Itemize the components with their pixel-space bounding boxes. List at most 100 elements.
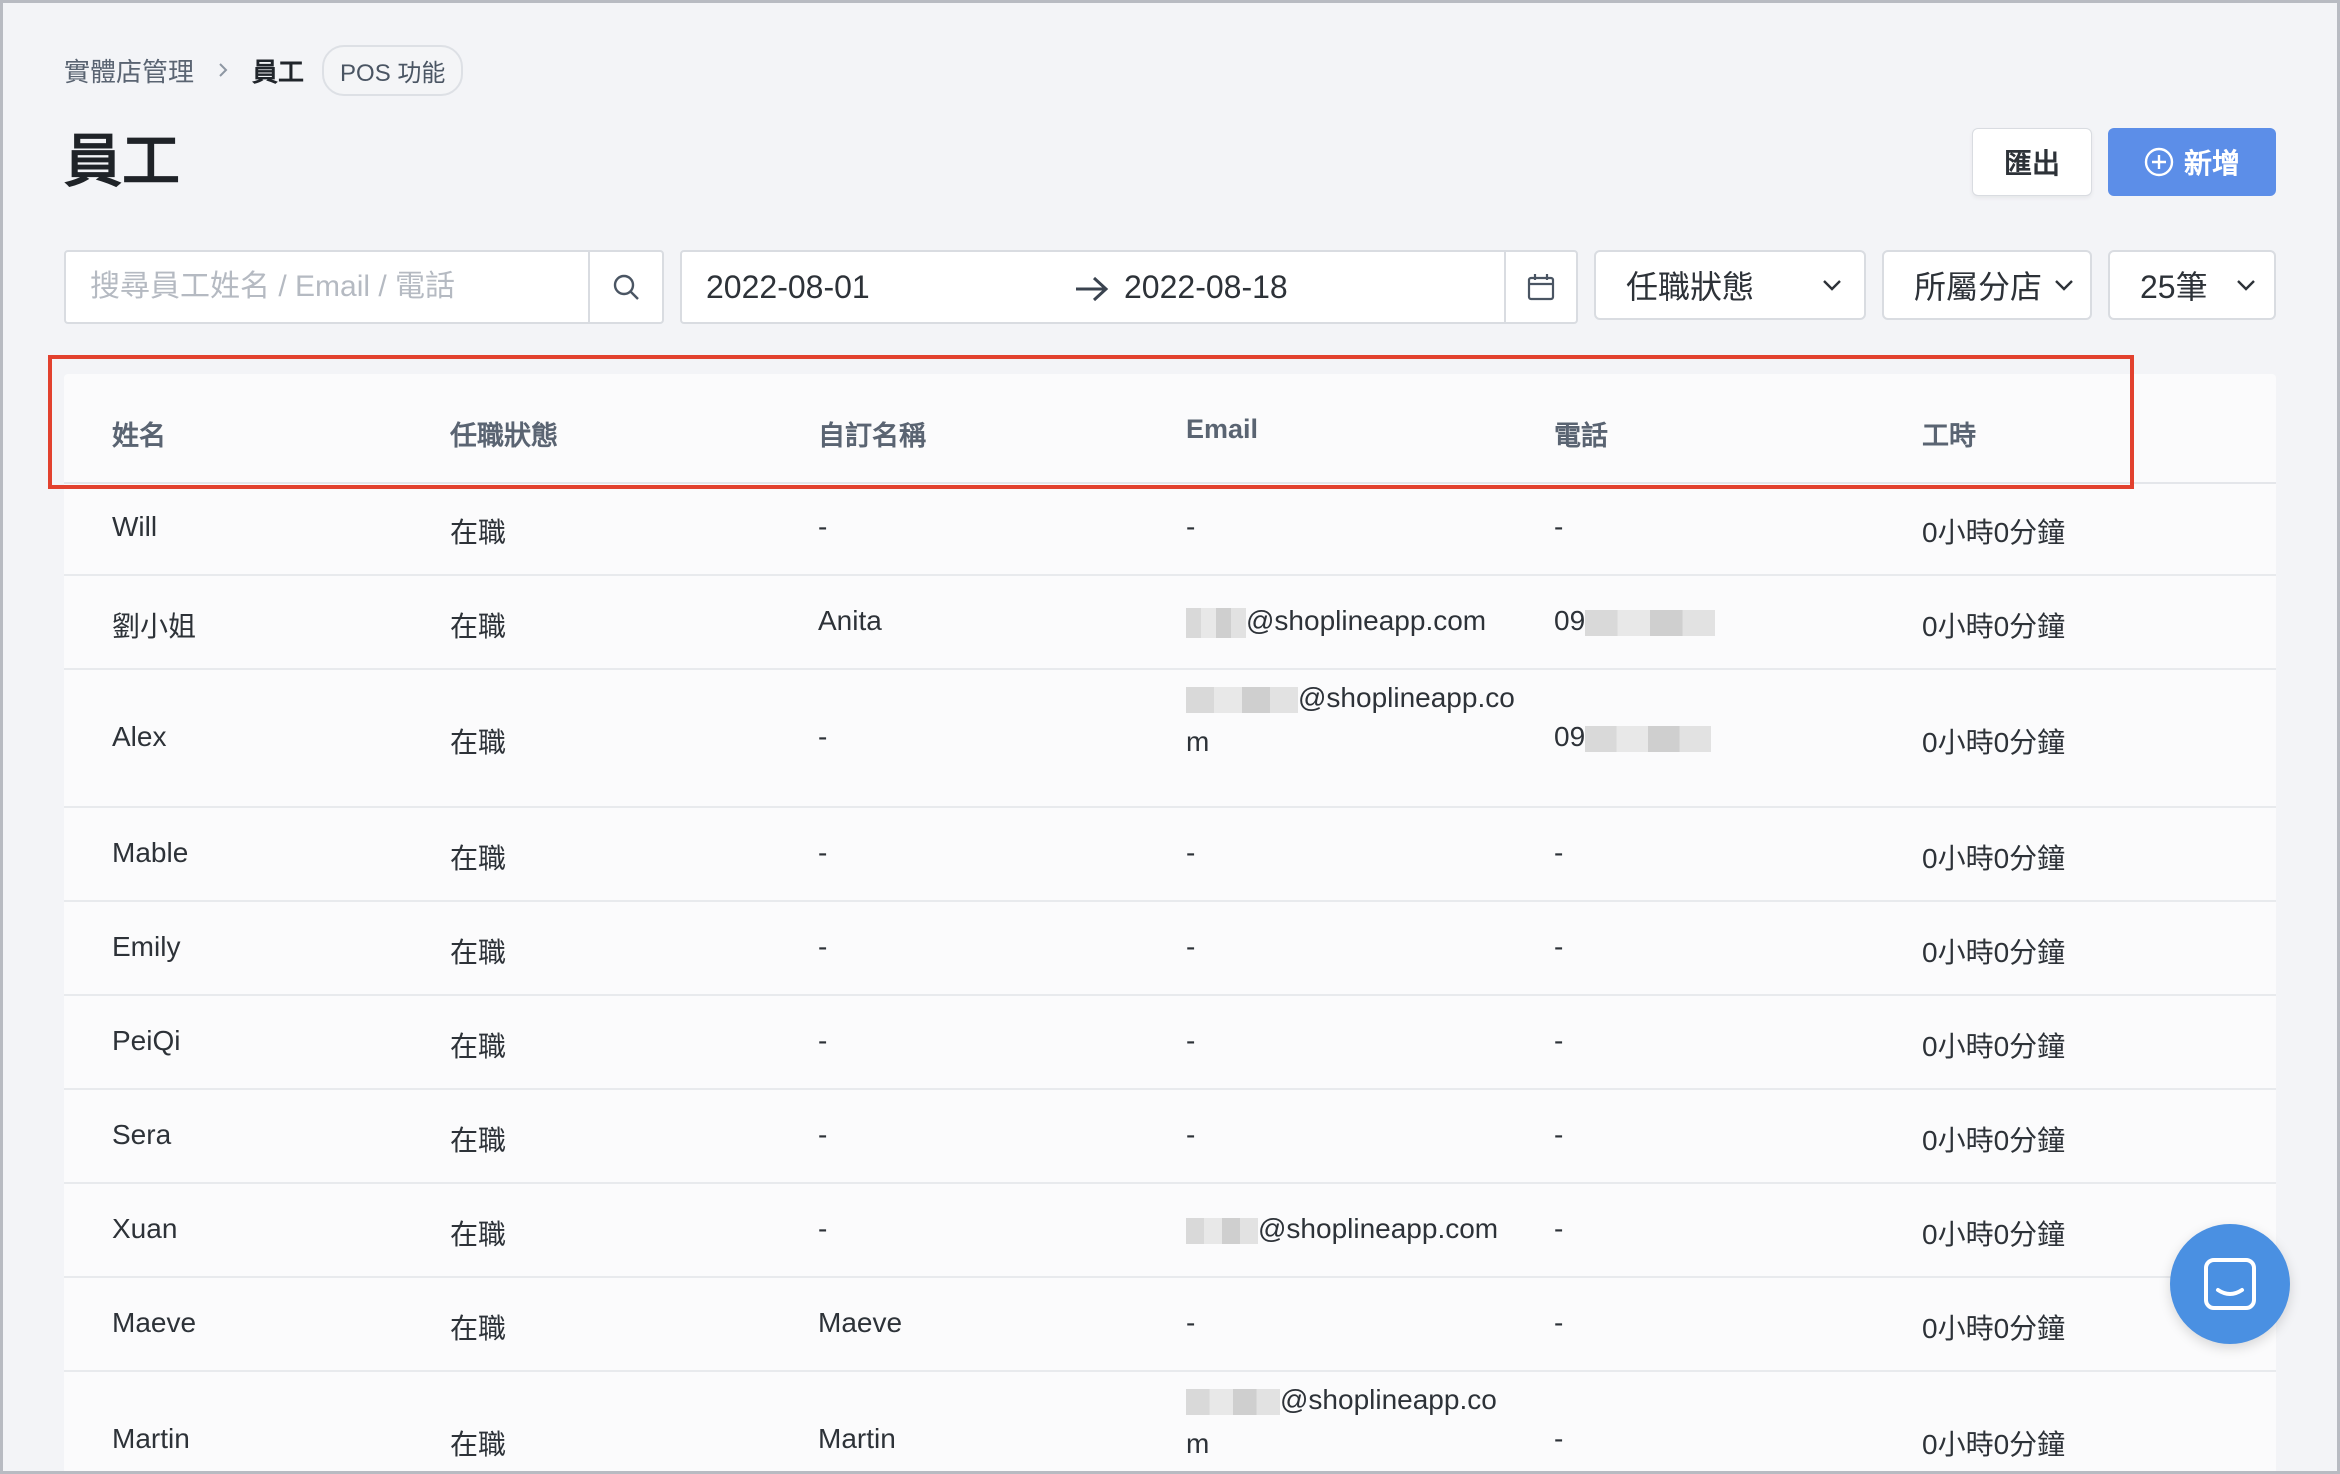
redacted-block xyxy=(1585,609,1716,636)
header-name[interactable]: 姓名 xyxy=(112,414,166,453)
email-domain: @shoplineapp.co xyxy=(1280,1384,1497,1415)
table-row[interactable]: Emily 在職 - - - 0小時0分鐘 xyxy=(64,902,2276,996)
cell-status: 在職 xyxy=(450,937,507,968)
cell-status: 在職 xyxy=(450,1125,507,1156)
add-button[interactable]: 新增 xyxy=(2108,128,2276,196)
search-icon xyxy=(613,274,639,300)
redacted-block xyxy=(1585,725,1712,752)
cell-status: 在職 xyxy=(450,517,507,548)
header-status[interactable]: 任職狀態 xyxy=(450,414,558,453)
search-input[interactable] xyxy=(66,252,588,322)
redacted-block xyxy=(1186,1217,1258,1244)
chat-button[interactable] xyxy=(2170,1224,2290,1344)
cell-phone: - xyxy=(1554,1213,1564,1244)
cell-custom-name: Martin xyxy=(818,1423,896,1454)
cell-hours: 0小時0分鐘 xyxy=(1922,843,2066,874)
cell-custom-name: - xyxy=(818,1119,828,1150)
cell-hours: 0小時0分鐘 xyxy=(1922,1429,2066,1460)
table-header: 姓名 任職狀態 自訂名稱 Email 電話 工時 xyxy=(64,374,2276,484)
chevron-down-icon xyxy=(2237,280,2255,291)
cell-phone: - xyxy=(1554,1119,1564,1150)
email-wrap: m xyxy=(1186,726,1210,757)
cell-email: - xyxy=(1186,511,1196,542)
header-custom-name[interactable]: 自訂名稱 xyxy=(818,414,926,453)
page-size-select[interactable]: 25筆 xyxy=(2108,250,2276,320)
breadcrumb-current: 員工 xyxy=(252,56,305,87)
chevron-right-icon xyxy=(219,63,228,77)
redacted-block xyxy=(1186,686,1298,713)
email-domain: @shoplineapp.com xyxy=(1246,605,1487,636)
cell-custom-name: Anita xyxy=(818,605,882,636)
cell-custom-name: - xyxy=(818,721,828,752)
cell-hours: 0小時0分鐘 xyxy=(1922,517,2066,548)
table-row[interactable]: Will 在職 - - - 0小時0分鐘 xyxy=(64,482,2276,576)
cell-custom-name: - xyxy=(818,837,828,868)
email-domain: @shoplineapp.com xyxy=(1258,1213,1499,1244)
calendar-button[interactable] xyxy=(1504,252,1576,322)
email-domain: @shoplineapp.co xyxy=(1298,682,1515,713)
cell-name: 劉小姐 xyxy=(112,611,197,642)
breadcrumb-parent[interactable]: 實體店管理 xyxy=(64,52,194,89)
cell-custom-name: - xyxy=(818,931,828,962)
cell-email: - xyxy=(1186,1025,1196,1056)
phone-prefix: 09 xyxy=(1554,605,1586,636)
table-row[interactable]: PeiQi 在職 - - - 0小時0分鐘 xyxy=(64,996,2276,1090)
header-hours[interactable]: 工時 xyxy=(1922,414,1976,453)
search-button[interactable] xyxy=(588,252,662,322)
branch-select-label: 所屬分店 xyxy=(1914,269,2043,305)
cell-status: 在職 xyxy=(450,843,507,874)
date-start[interactable]: 2022-08-01 xyxy=(706,269,870,306)
cell-phone: 09 xyxy=(1554,721,1712,753)
cell-name: Maeve xyxy=(112,1307,197,1338)
date-end[interactable]: 2022-08-18 xyxy=(1124,269,1288,306)
table-row[interactable]: 劉小姐 在職 Anita @shoplineapp.com 09 0小時0分鐘 xyxy=(64,576,2276,670)
cell-phone: - xyxy=(1554,1307,1564,1338)
chevron-down-icon xyxy=(2055,280,2073,291)
cell-hours: 0小時0分鐘 xyxy=(1922,1031,2066,1062)
cell-phone: - xyxy=(1554,931,1564,962)
cell-custom-name: - xyxy=(818,1213,828,1244)
date-range-picker[interactable]: 2022-08-01 2022-08-18 xyxy=(680,250,1578,324)
table-row[interactable]: Martin 在職 Martin @shoplineapp.co m - 0小時… xyxy=(64,1372,2276,1474)
pos-feature-badge: POS 功能 xyxy=(322,44,464,96)
status-select-label: 任職狀態 xyxy=(1626,269,1755,305)
cell-custom-name: - xyxy=(818,511,828,542)
cell-email: @shoplineapp.co m xyxy=(1186,1378,1497,1466)
branch-select[interactable]: 所屬分店 xyxy=(1882,250,2092,320)
calendar-icon xyxy=(1527,274,1555,301)
status-select[interactable]: 任職狀態 xyxy=(1594,250,1866,320)
cell-status: 在職 xyxy=(450,1313,507,1344)
redacted-block xyxy=(1186,607,1246,638)
cell-status: 在職 xyxy=(450,727,507,758)
table-row[interactable]: Xuan 在職 - @shoplineapp.com - 0小時0分鐘 xyxy=(64,1184,2276,1278)
cell-name: Xuan xyxy=(112,1213,178,1244)
cell-hours: 0小時0分鐘 xyxy=(1922,611,2066,642)
cell-status: 在職 xyxy=(450,1219,507,1250)
cell-email: @shoplineapp.com xyxy=(1186,605,1486,638)
employee-table: 姓名 任職狀態 自訂名稱 Email 電話 工時 Will 在職 - - - 0… xyxy=(64,374,2276,1474)
cell-phone: - xyxy=(1554,511,1564,542)
cell-email: - xyxy=(1186,1119,1196,1150)
export-button[interactable]: 匯出 xyxy=(1972,128,2092,196)
email-wrap: m xyxy=(1186,1428,1210,1459)
cell-name: Emily xyxy=(112,931,181,962)
arrow-right-icon xyxy=(1076,276,1109,302)
table-row[interactable]: Maeve 在職 Maeve - - 0小時0分鐘 xyxy=(64,1278,2276,1372)
cell-status: 在職 xyxy=(450,611,507,642)
header-email[interactable]: Email xyxy=(1186,414,1258,445)
table-row[interactable]: Sera 在職 - - - 0小時0分鐘 xyxy=(64,1090,2276,1184)
table-row[interactable]: Mable 在職 - - - 0小時0分鐘 xyxy=(64,808,2276,902)
page-size-label: 25筆 xyxy=(2140,269,2208,305)
cell-phone: - xyxy=(1554,837,1564,868)
cell-hours: 0小時0分鐘 xyxy=(1922,1125,2066,1156)
cell-custom-name: Maeve xyxy=(818,1307,903,1338)
header-phone[interactable]: 電話 xyxy=(1554,414,1608,453)
phone-prefix: 09 xyxy=(1554,721,1586,752)
chevron-down-icon xyxy=(1823,280,1841,291)
cell-status: 在職 xyxy=(450,1031,507,1062)
cell-status: 在職 xyxy=(450,1429,507,1460)
table-row[interactable]: Alex 在職 - @shoplineapp.co m 09 0小時0分鐘 xyxy=(64,670,2276,808)
page-title: 員工 xyxy=(64,129,181,194)
cell-phone: - xyxy=(1554,1025,1564,1056)
cell-custom-name: - xyxy=(818,1025,828,1056)
